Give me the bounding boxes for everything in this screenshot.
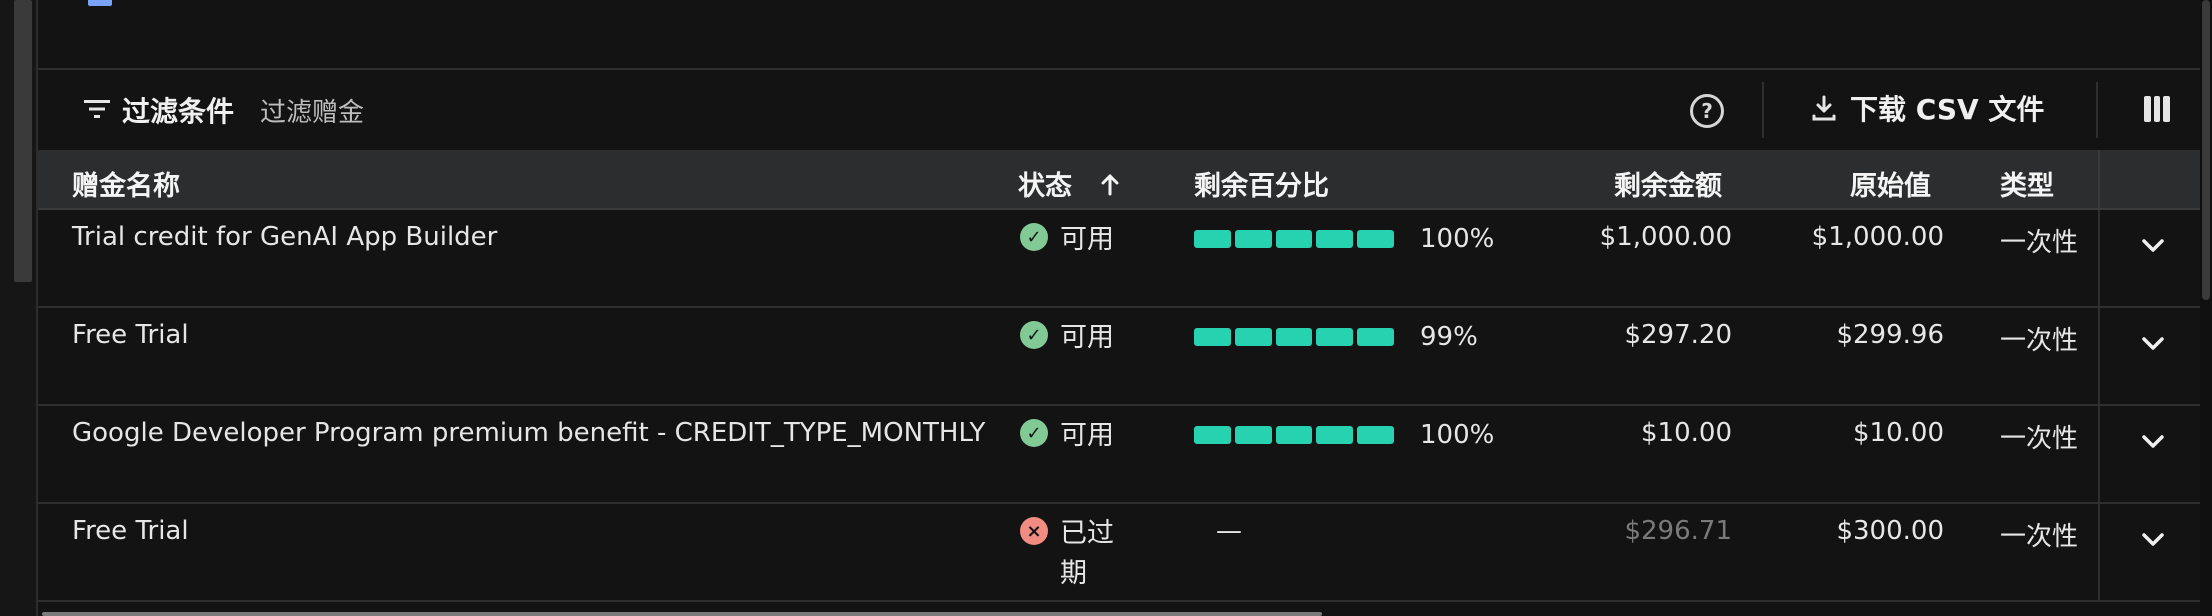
status-text: 可用	[1060, 322, 1114, 353]
status-cell: ✓ 可用	[1020, 416, 1114, 456]
credit-name: Free Trial	[72, 320, 189, 350]
filter-list-icon[interactable]	[82, 96, 112, 122]
original-value: $300.00	[1836, 516, 1944, 546]
status-text: 可用	[1060, 224, 1114, 255]
right-scrollbar-thumb[interactable]	[2202, 0, 2210, 300]
status-text: 可用	[1060, 420, 1114, 451]
left-scrollbar[interactable]	[0, 0, 36, 616]
help-icon[interactable]: ?	[1690, 94, 1724, 128]
table-row[interactable]: Free Trial × 已过期 — $296.71 $300.00 一次性	[38, 504, 2202, 602]
header-credit-name[interactable]: 赠金名称	[72, 164, 180, 203]
progress-bar	[1194, 230, 1394, 248]
check-circle-icon: ✓	[1020, 223, 1048, 251]
toolbar-divider	[1762, 82, 1764, 138]
header-type[interactable]: 类型	[2000, 164, 2054, 203]
status-text: 已过期	[1060, 518, 1114, 589]
top-area	[38, 0, 2202, 70]
checkbox-fragment	[88, 0, 112, 6]
x-circle-icon: ×	[1020, 517, 1048, 545]
header-original-value[interactable]: 原始值	[1850, 164, 1931, 203]
row-divider	[2098, 210, 2100, 306]
credit-name: Free Trial	[72, 516, 189, 546]
original-value: $10.00	[1853, 418, 1944, 448]
original-value: $1,000.00	[1811, 222, 1944, 252]
filter-input[interactable]: 过滤赠金	[260, 92, 364, 129]
table-row[interactable]: Free Trial ✓ 可用 99% $297.20 $299.96 一次性	[38, 308, 2202, 406]
remaining-percent: 100%	[1194, 224, 1494, 254]
toolbar-divider-2	[2096, 82, 2098, 138]
no-percent-dash: —	[1216, 516, 1242, 546]
chevron-down-icon[interactable]	[2136, 228, 2170, 262]
filter-toolbar: 过滤条件 过滤赠金 ? 下载 CSV 文件	[38, 70, 2202, 150]
credit-type: 一次性	[2000, 228, 2079, 258]
table-header: 赠金名称 状态 剩余百分比 剩余金额 原始值 类型	[38, 150, 2202, 210]
row-divider	[2098, 406, 2100, 502]
status-cell: ✓ 可用	[1020, 318, 1114, 358]
credits-panel: 过滤条件 过滤赠金 ? 下载 CSV 文件 赠金名称 状态 剩余百分比 剩余金额…	[36, 0, 2202, 616]
status-cell: × 已过期	[1020, 514, 1116, 594]
remaining-percent: 100%	[1194, 420, 1494, 450]
horizontal-scrollbar[interactable]	[42, 612, 1322, 616]
header-remaining-amount[interactable]: 剩余金额	[1614, 164, 1722, 203]
column-view-icon[interactable]	[2144, 96, 2171, 122]
table-row[interactable]: Google Developer Program premium benefit…	[38, 406, 2202, 504]
credit-name: Trial credit for GenAI App Builder	[72, 222, 498, 252]
row-divider	[2098, 308, 2100, 404]
status-cell: ✓ 可用	[1020, 220, 1114, 260]
header-status-label: 状态	[1018, 171, 1072, 202]
download-csv-label: 下载 CSV 文件	[1850, 93, 2045, 126]
filter-title: 过滤条件	[122, 95, 235, 128]
chevron-down-icon[interactable]	[2136, 424, 2170, 458]
download-icon	[1812, 95, 1836, 121]
credit-type: 一次性	[2000, 424, 2079, 454]
header-status[interactable]: 状态	[1018, 164, 1124, 203]
check-circle-icon: ✓	[1020, 419, 1048, 447]
credits-table-body: Trial credit for GenAI App Builder ✓ 可用 …	[38, 210, 2202, 602]
remaining-percent: 99%	[1194, 322, 1478, 352]
right-scrollbar[interactable]	[2200, 0, 2212, 616]
credit-type: 一次性	[2000, 522, 2079, 552]
chevron-down-icon[interactable]	[2136, 326, 2170, 360]
table-row[interactable]: Trial credit for GenAI App Builder ✓ 可用 …	[38, 210, 2202, 308]
left-scrollbar-thumb[interactable]	[14, 0, 32, 282]
download-csv-button[interactable]: 下载 CSV 文件	[1810, 80, 2044, 136]
check-circle-icon: ✓	[1020, 321, 1048, 349]
credit-type: 一次性	[2000, 326, 2079, 356]
progress-bar	[1194, 328, 1394, 346]
chevron-down-icon[interactable]	[2136, 522, 2170, 556]
progress-bar	[1194, 426, 1394, 444]
row-divider	[2098, 504, 2100, 600]
header-remaining-percent[interactable]: 剩余百分比	[1194, 164, 1329, 203]
credit-name: Google Developer Program premium benefit…	[72, 418, 986, 448]
original-value: $299.96	[1836, 320, 1944, 350]
header-divider	[2098, 150, 2100, 208]
arrow-up-icon	[1101, 174, 1119, 195]
